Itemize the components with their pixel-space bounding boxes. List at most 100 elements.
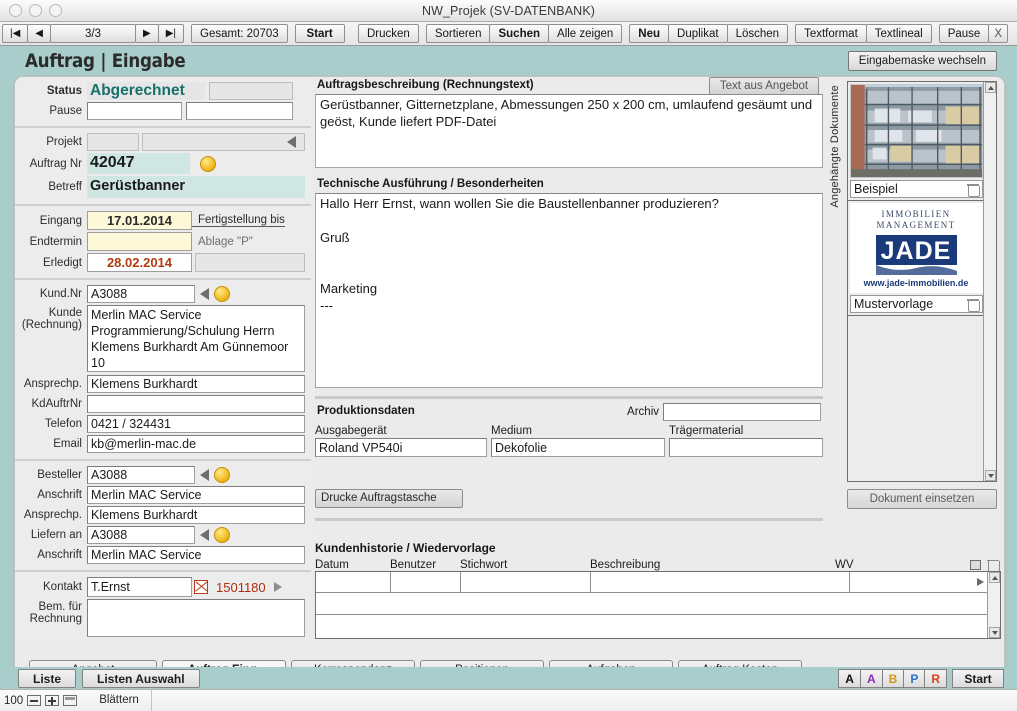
- kundnr-picker-icon[interactable]: [200, 288, 209, 300]
- table-row-empty[interactable]: [316, 615, 988, 637]
- bottom-start-button[interactable]: Start: [952, 669, 1004, 688]
- bemerkung-value[interactable]: [87, 599, 305, 637]
- filter-p-button[interactable]: P: [903, 669, 926, 688]
- kundnr-value[interactable]: A3088: [87, 285, 195, 303]
- cell-stichwort[interactable]: [461, 572, 591, 592]
- document-caption-row[interactable]: Mustervorlage: [850, 295, 983, 313]
- cell-benutzer[interactable]: [391, 572, 461, 592]
- text-ruler-button[interactable]: Textlineal: [865, 24, 932, 43]
- print-button[interactable]: Drucken: [357, 24, 419, 43]
- zoom-out-icon[interactable]: [27, 695, 42, 706]
- besteller-picker-icon[interactable]: [200, 469, 209, 481]
- endtermin-value[interactable]: [87, 232, 192, 251]
- anschrift-value[interactable]: Merlin MAC Service: [87, 486, 305, 504]
- auftrag-status-dot-icon[interactable]: [200, 155, 216, 172]
- besteller-status-dot-icon[interactable]: [214, 467, 230, 483]
- cell-datum[interactable]: [316, 572, 391, 592]
- scroll-down-icon[interactable]: [985, 470, 996, 481]
- scroll-up-icon[interactable]: [985, 82, 996, 93]
- traegermaterial-value[interactable]: [669, 438, 823, 457]
- pause-field-2[interactable]: [186, 102, 293, 120]
- search-button[interactable]: Suchen: [489, 24, 550, 43]
- duplicate-record-button[interactable]: Duplikat: [668, 24, 728, 43]
- projekt-field-2[interactable]: [142, 133, 305, 151]
- history-scroll-down-icon[interactable]: [989, 627, 1000, 638]
- kontakt-next-icon[interactable]: [273, 582, 282, 592]
- show-all-button[interactable]: Alle zeigen: [548, 24, 623, 43]
- text-format-button[interactable]: Textformat: [795, 24, 867, 43]
- projekt-field-1[interactable]: [87, 133, 139, 151]
- cell-beschreibung[interactable]: [591, 572, 850, 592]
- kdauftrnr-value[interactable]: [87, 395, 305, 413]
- previous-record-button[interactable]: ◀: [27, 24, 51, 43]
- medium-value[interactable]: Dekofolie: [491, 438, 665, 457]
- filter-a-black-button[interactable]: A: [838, 669, 861, 688]
- print-order-folder-button[interactable]: Drucke Auftragstasche: [315, 489, 463, 508]
- list-selection-button[interactable]: Listen Auswahl: [82, 669, 200, 688]
- liefern-an-status-dot-icon[interactable]: [214, 527, 230, 543]
- email-value[interactable]: kb@merlin-mac.de: [87, 435, 305, 453]
- technische-textarea[interactable]: Hallo Herr Ernst, wann wollen Sie die Ba…: [315, 193, 823, 388]
- projekt-picker-icon[interactable]: [287, 136, 296, 148]
- besteller-value[interactable]: A3088: [87, 466, 195, 484]
- erledigt-value[interactable]: 28.02.2014: [87, 253, 192, 272]
- beschreibung-textarea[interactable]: Gerüstbanner, Gitternetzplane, Abmessung…: [315, 94, 823, 168]
- table-row[interactable]: [316, 572, 988, 593]
- next-record-button[interactable]: ▶: [135, 24, 159, 43]
- betreff-value[interactable]: Gerüstbanner: [87, 176, 305, 198]
- liefern-an-picker-icon[interactable]: [200, 529, 209, 541]
- text-from-quote-button[interactable]: Text aus Angebot: [709, 77, 819, 95]
- trash-icon[interactable]: [967, 298, 980, 312]
- endtermin-label: Endtermin: [29, 235, 82, 248]
- liefern-an-value[interactable]: A3088: [87, 526, 195, 544]
- history-select-all-icon[interactable]: [970, 559, 981, 570]
- history-scrollbar[interactable]: [987, 572, 1000, 638]
- status-value[interactable]: Abgerechnet: [87, 82, 205, 100]
- auftrag-nr-value[interactable]: 42047: [87, 153, 190, 174]
- ausgabegeraet-value[interactable]: Roland VP540i: [315, 438, 487, 457]
- anschrift2-value[interactable]: Merlin MAC Service: [87, 546, 305, 564]
- filter-a-purple-button[interactable]: A: [859, 669, 883, 688]
- kundnr-status-dot-icon[interactable]: [214, 286, 230, 302]
- telefon-value[interactable]: 0421 / 324431: [87, 415, 305, 433]
- browse-mode-label[interactable]: Blättern: [99, 690, 152, 711]
- document-item[interactable]: IMMOBILIEN MANAGEMENT JADE www.jade-immo…: [848, 201, 985, 316]
- telefon-row: Telefon 0421 / 324431: [15, 414, 311, 434]
- document-item[interactable]: Beispiel: [848, 82, 985, 201]
- filter-b-button[interactable]: B: [881, 669, 905, 688]
- zoom-in-icon[interactable]: [45, 695, 60, 706]
- delete-record-button[interactable]: Löschen: [726, 24, 789, 43]
- documents-scrollbar[interactable]: [983, 82, 996, 481]
- trash-icon[interactable]: [967, 183, 980, 197]
- sort-button[interactable]: Sortieren: [425, 24, 491, 43]
- kontakt-value[interactable]: T.Ernst: [87, 577, 192, 597]
- toggle-statusarea-icon[interactable]: [63, 695, 78, 706]
- archiv-value[interactable]: [663, 403, 821, 421]
- mail-cross-icon[interactable]: [194, 580, 208, 594]
- cell-wv[interactable]: [850, 572, 988, 592]
- pause-button[interactable]: Pause: [938, 24, 990, 43]
- table-row-empty[interactable]: [316, 593, 988, 615]
- new-record-button[interactable]: Neu: [629, 24, 670, 43]
- history-trash-icon[interactable]: [987, 558, 1000, 572]
- documents-list[interactable]: Beispiel IMMOBILIEN MANAGEMENT JADE www.…: [847, 81, 997, 482]
- document-caption-row[interactable]: Beispiel: [850, 180, 983, 198]
- kunde-address-value[interactable]: Merlin MAC Service Programmierung/Schulu…: [87, 305, 305, 372]
- row-detail-icon[interactable]: [977, 578, 984, 586]
- last-record-button[interactable]: ▶|: [157, 24, 184, 43]
- ansprechp2-value[interactable]: Klemens Burkhardt: [87, 506, 305, 524]
- list-button[interactable]: Liste: [18, 669, 77, 688]
- insert-document-button[interactable]: Dokument einsetzen: [847, 489, 997, 509]
- eingang-value[interactable]: 17.01.2014: [87, 211, 192, 230]
- filter-r-button[interactable]: R: [924, 669, 947, 688]
- history-scroll-up-icon[interactable]: [989, 572, 1000, 583]
- toolbar-start-button[interactable]: Start: [294, 24, 345, 43]
- close-icon[interactable]: X: [988, 24, 1008, 43]
- history-table[interactable]: [315, 571, 1001, 639]
- ablage-field[interactable]: [195, 253, 305, 272]
- pause-field-1[interactable]: [87, 102, 182, 120]
- first-record-button[interactable]: |◀: [2, 24, 29, 43]
- switch-layout-button[interactable]: Eingabemaske wechseln: [847, 51, 997, 71]
- ansprechp-value[interactable]: Klemens Burkhardt: [87, 375, 305, 393]
- status-extra-field[interactable]: [209, 82, 293, 100]
